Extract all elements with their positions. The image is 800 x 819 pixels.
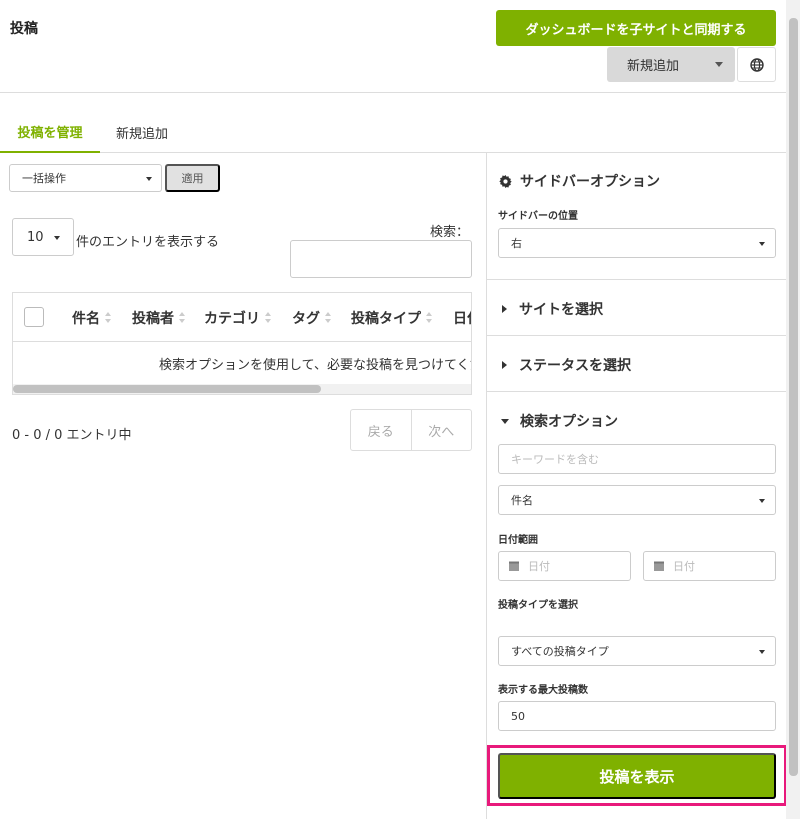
chevron-down-icon bbox=[759, 499, 765, 503]
sidebar-title-text: サイドバーオプション bbox=[520, 174, 660, 190]
sort-icon bbox=[426, 311, 433, 324]
select-all-checkbox[interactable] bbox=[24, 307, 44, 327]
search-input[interactable] bbox=[290, 240, 472, 278]
show-posts-button[interactable]: 投稿を表示 bbox=[498, 753, 776, 799]
search-options-section[interactable]: 検索オプション bbox=[499, 411, 618, 431]
sort-icon bbox=[179, 311, 186, 324]
horizontal-scrollbar[interactable] bbox=[13, 384, 471, 394]
caret-down-icon bbox=[501, 418, 509, 424]
chevron-down-icon bbox=[54, 236, 60, 240]
max-posts-input[interactable]: 50 bbox=[498, 701, 776, 731]
column-title[interactable]: 件名 bbox=[72, 293, 112, 342]
sidebar-position-value: 右 bbox=[511, 237, 522, 250]
divider bbox=[487, 335, 787, 336]
tab-manage-posts[interactable]: 投稿を管理 bbox=[0, 112, 100, 153]
entries-length-select[interactable]: 10 bbox=[12, 218, 74, 256]
field-select-value: 件名 bbox=[511, 494, 533, 507]
divider bbox=[487, 391, 787, 392]
sidebar: サイドバーオプション サイドバーの位置 右 サイトを選択 ステータスを選択 検索… bbox=[486, 153, 787, 819]
chevron-down-icon bbox=[759, 650, 765, 654]
globe-button[interactable] bbox=[737, 47, 776, 82]
vertical-scrollbar[interactable] bbox=[786, 0, 800, 819]
sort-icon bbox=[265, 311, 272, 324]
page-title: 投稿 bbox=[10, 21, 38, 37]
table-header: 件名 投稿者 カテゴリ タグ 投稿タイプ 日付 bbox=[13, 293, 471, 342]
keyword-input[interactable]: キーワードを含む bbox=[498, 444, 776, 474]
sort-icon bbox=[105, 311, 112, 324]
header-divider bbox=[0, 92, 786, 93]
add-new-dropdown-button[interactable]: 新規追加 bbox=[607, 47, 735, 82]
date-to-input[interactable]: 日付 bbox=[643, 551, 776, 581]
calendar-icon bbox=[509, 561, 519, 571]
tab-add-new[interactable]: 新規追加 bbox=[116, 112, 168, 153]
chevron-down-icon bbox=[759, 242, 765, 246]
field-select[interactable]: 件名 bbox=[498, 485, 776, 515]
calendar-icon bbox=[654, 561, 664, 571]
sidebar-position-label: サイドバーの位置 bbox=[498, 211, 578, 222]
prev-button[interactable]: 戻る bbox=[351, 410, 411, 450]
post-type-select[interactable]: すべての投稿タイプ bbox=[498, 636, 776, 666]
max-posts-label: 表示する最大投稿数 bbox=[498, 685, 588, 696]
date-from-input[interactable]: 日付 bbox=[498, 551, 631, 581]
select-site-label: サイトを選択 bbox=[519, 302, 603, 318]
entries-length-value: 10 bbox=[27, 229, 44, 245]
caret-right-icon bbox=[502, 305, 507, 313]
add-new-label: 新規追加 bbox=[627, 59, 680, 74]
post-type-value: すべての投稿タイプ bbox=[511, 645, 609, 658]
date-range-label: 日付範囲 bbox=[498, 535, 538, 546]
bulk-action-value: 一括操作 bbox=[22, 172, 66, 185]
entries-info: 0 - 0 / 0 エントリ中 bbox=[12, 428, 132, 443]
post-type-label: 投稿タイプを選択 bbox=[498, 600, 578, 611]
chevron-down-icon bbox=[146, 177, 152, 181]
sidebar-title: サイドバーオプション bbox=[499, 171, 660, 191]
select-status-label: ステータスを選択 bbox=[519, 358, 631, 374]
date-from-placeholder: 日付 bbox=[528, 560, 550, 573]
search-options-label: 検索オプション bbox=[520, 414, 618, 430]
search-label: 検索： bbox=[430, 225, 470, 240]
sort-icon bbox=[325, 311, 332, 324]
next-button[interactable]: 次へ bbox=[410, 410, 472, 450]
empty-row: 検索オプションを使用して、必要な投稿を見つけてください bbox=[159, 358, 471, 373]
column-tag[interactable]: タグ bbox=[292, 293, 332, 342]
posts-table: 件名 投稿者 カテゴリ タグ 投稿タイプ 日付 検索オプションを使用して、必要な… bbox=[12, 292, 472, 395]
scrollbar-thumb[interactable] bbox=[13, 385, 321, 393]
bulk-action-select[interactable]: 一括操作 bbox=[9, 164, 162, 192]
pagination: 戻る 次へ bbox=[350, 409, 472, 451]
date-to-placeholder: 日付 bbox=[673, 560, 695, 573]
sync-dashboard-button[interactable]: ダッシュボードを子サイトと同期する bbox=[496, 10, 776, 46]
apply-button[interactable]: 適用 bbox=[165, 164, 220, 192]
column-post-type[interactable]: 投稿タイプ bbox=[351, 293, 433, 342]
column-date[interactable]: 日付 bbox=[453, 293, 471, 342]
column-author[interactable]: 投稿者 bbox=[132, 293, 186, 342]
chevron-down-icon bbox=[715, 62, 723, 67]
divider bbox=[487, 279, 787, 280]
sidebar-position-select[interactable]: 右 bbox=[498, 228, 776, 258]
tabs: 投稿を管理 新規追加 bbox=[0, 112, 786, 153]
select-site-section[interactable]: サイトを選択 bbox=[499, 299, 603, 319]
column-category[interactable]: カテゴリ bbox=[204, 293, 272, 342]
globe-icon bbox=[749, 57, 764, 72]
caret-right-icon bbox=[502, 361, 507, 369]
gear-icon bbox=[499, 174, 512, 188]
scrollbar-thumb[interactable] bbox=[789, 18, 798, 776]
select-status-section[interactable]: ステータスを選択 bbox=[499, 355, 631, 375]
